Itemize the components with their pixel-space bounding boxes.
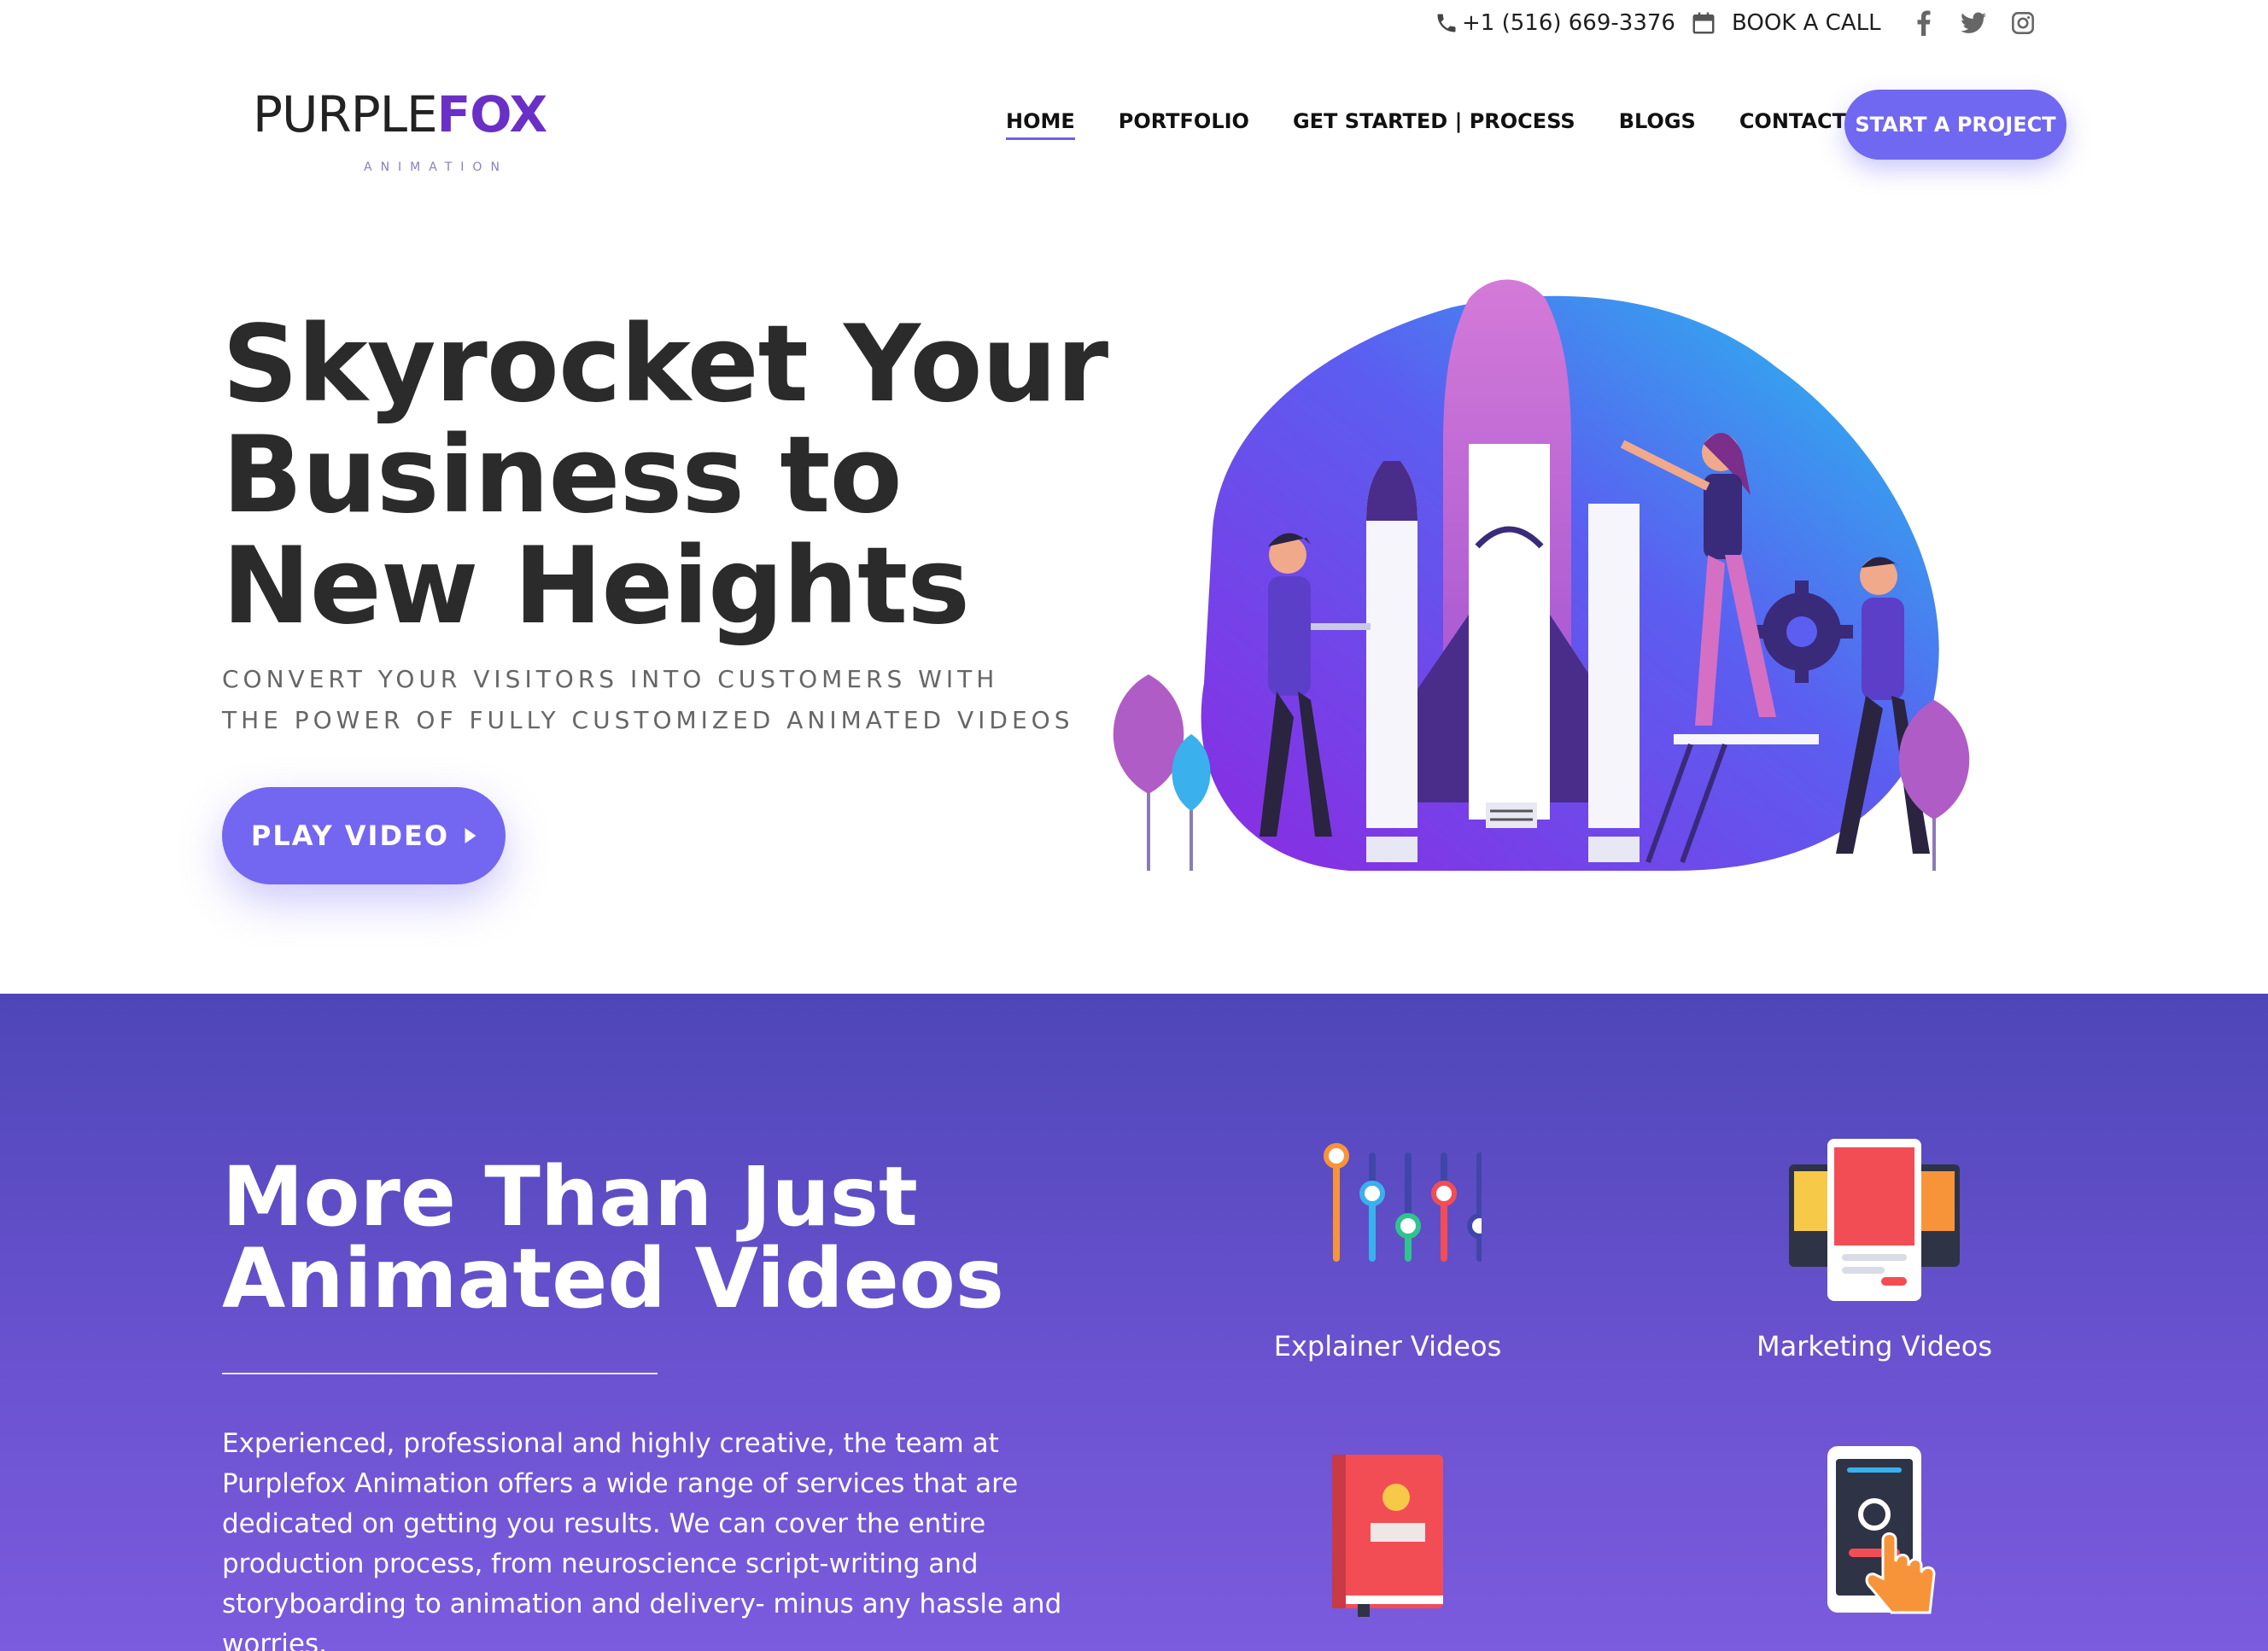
service-app[interactable] [1695, 1438, 2054, 1620]
service-explainer-videos[interactable]: Explainer Videos [1208, 1130, 1567, 1362]
logo-accent-text: FOX [436, 85, 548, 143]
service-marketing-videos[interactable]: Marketing Videos [1695, 1130, 2054, 1362]
phone-number: +1 (516) 669-3376 [1462, 10, 1675, 36]
twitter-icon[interactable] [1959, 9, 1988, 38]
section-divider [222, 1373, 658, 1374]
nav-item-home[interactable]: HOME [1006, 109, 1075, 140]
calendar-icon [1692, 12, 1715, 34]
services-title-line1: More Than Just [222, 1149, 918, 1245]
main-header: PURPLEFOX ANIMATION HOME PORTFOLIO GET S… [0, 51, 2268, 196]
hero-subtitle-line1: CONVERT YOUR VISITORS INTO CUSTOMERS WIT… [222, 665, 999, 693]
hero-title: Skyrocket Your Business to New Heights [222, 309, 1161, 642]
service-label: Explainer Videos [1273, 1330, 1502, 1362]
facebook-icon[interactable] [1909, 9, 1938, 38]
services-section: More Than Just Animated Videos Experienc… [0, 994, 2268, 1651]
hero-subtitle-line2: THE POWER OF FULLY CUSTOMIZED ANIMATED V… [222, 706, 1074, 734]
site-logo[interactable]: PURPLEFOX ANIMATION [253, 85, 547, 174]
play-video-label: PLAY VIDEO [250, 820, 450, 852]
devices-icon [1789, 1139, 1960, 1301]
phone-link[interactable]: +1 (516) 669-3376 [1435, 10, 1675, 36]
rocket-team-illustration [1113, 279, 1970, 871]
services-title-line2: Animated Videos [222, 1231, 1004, 1327]
sliders-icon [1324, 1143, 1493, 1262]
book-icon [1332, 1455, 1443, 1617]
nav-item-get-started[interactable]: GET STARTED | PROCESS [1293, 109, 1575, 140]
service-label: Marketing Videos [1757, 1330, 1992, 1362]
hero-subtitle: CONVERT YOUR VISITORS INTO CUSTOMERS WIT… [222, 659, 1161, 741]
book-call-label: BOOK A CALL [1732, 10, 1881, 36]
primary-nav: HOME PORTFOLIO GET STARTED | PROCESS BLO… [1006, 109, 1928, 140]
phone-icon [1437, 14, 1456, 32]
book-call-link[interactable]: BOOK A CALL [1691, 10, 1881, 36]
instagram-icon[interactable] [2008, 9, 2037, 38]
logo-wordmark: PURPLEFOX [253, 85, 547, 143]
services-title: More Than Just Animated Videos [222, 1156, 1076, 1320]
nav-item-portfolio[interactable]: PORTFOLIO [1119, 109, 1249, 140]
logo-subtitle: ANIMATION [364, 160, 508, 174]
logo-main-text: PURPLE [253, 85, 438, 143]
social-links [1909, 9, 2037, 38]
nav-item-blogs[interactable]: BLOGS [1619, 109, 1696, 140]
hero-title-line2: Business to [222, 414, 903, 537]
phone-touch-icon [1827, 1446, 1936, 1614]
top-bar: +1 (516) 669-3376 BOOK A CALL [0, 0, 2268, 51]
play-video-button[interactable]: PLAY VIDEO [222, 787, 506, 884]
service-book[interactable] [1208, 1438, 1567, 1620]
services-description: Experienced, professional and highly cre… [222, 1428, 1062, 1651]
start-project-button[interactable]: START A PROJECT [1844, 90, 2066, 160]
hero-title-line1: Skyrocket Your [222, 303, 1108, 426]
play-triangle-icon [465, 828, 476, 843]
hero-title-line3: New Heights [222, 525, 970, 648]
